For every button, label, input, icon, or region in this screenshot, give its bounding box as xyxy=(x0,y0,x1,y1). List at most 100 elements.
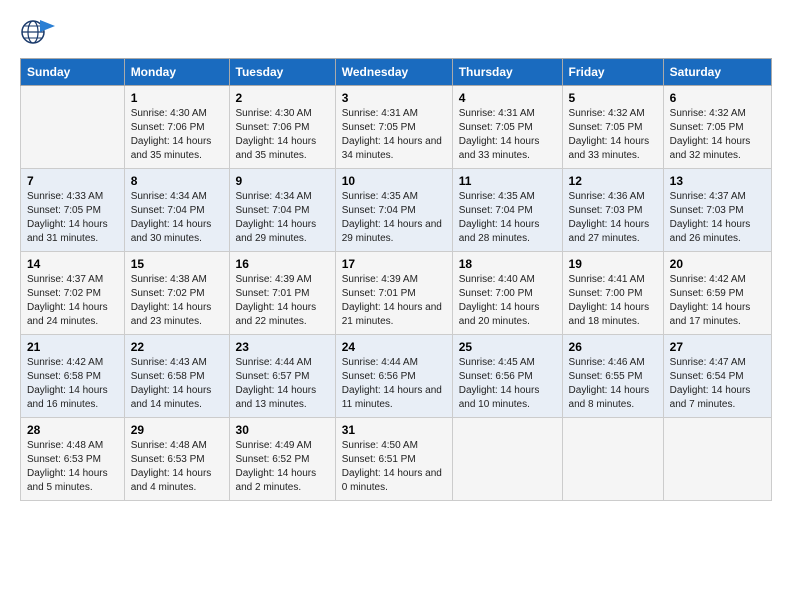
logo-icon xyxy=(20,16,56,48)
day-number: 28 xyxy=(27,423,118,437)
day-info: Sunrise: 4:30 AMSunset: 7:06 PMDaylight:… xyxy=(131,107,223,163)
weekday-header: Sunday xyxy=(21,59,125,86)
day-number: 3 xyxy=(342,91,446,105)
day-number: 4 xyxy=(459,91,556,105)
day-info: Sunrise: 4:41 AMSunset: 7:00 PMDaylight:… xyxy=(569,273,657,329)
calendar-day-cell: 16Sunrise: 4:39 AMSunset: 7:01 PMDayligh… xyxy=(229,252,335,335)
page-header xyxy=(20,16,772,48)
day-info: Sunrise: 4:35 AMSunset: 7:04 PMDaylight:… xyxy=(459,190,556,246)
calendar-day-cell: 2 Sunrise: 4:30 AMSunset: 7:06 PMDaylight… xyxy=(229,86,335,169)
calendar-day-cell xyxy=(562,418,663,501)
day-number: 17 xyxy=(342,257,446,271)
day-number: 25 xyxy=(459,340,556,354)
calendar-day-cell: 30 Sunrise: 4:49 AMSunset: 6:52 PMDayligh… xyxy=(229,418,335,501)
day-info: Sunrise: 4:38 AMSunset: 7:02 PMDaylight:… xyxy=(131,273,223,329)
calendar-day-cell: 24Sunrise: 4:44 AMSunset: 6:56 PMDayligh… xyxy=(335,335,452,418)
calendar-day-cell: 31Sunrise: 4:50 AMSunset: 6:51 PMDayligh… xyxy=(335,418,452,501)
day-info: Sunrise: 4:34 AMSunset: 7:04 PMDaylight:… xyxy=(236,190,329,246)
calendar-week-row: 28 Sunrise: 4:48 AMSunset: 6:53 PMDayligh… xyxy=(21,418,772,501)
calendar-day-cell: 17 Sunrise: 4:39 AMSunset: 7:01 PMDayligh… xyxy=(335,252,452,335)
day-number: 6 xyxy=(670,91,765,105)
day-info: Sunrise: 4:48 AMSunset: 6:53 PMDaylight:… xyxy=(131,439,223,495)
day-number: 12 xyxy=(569,174,657,188)
day-number: 23 xyxy=(236,340,329,354)
weekday-header: Tuesday xyxy=(229,59,335,86)
day-number: 29 xyxy=(131,423,223,437)
calendar-day-cell: 29 Sunrise: 4:48 AMSunset: 6:53 PMDayligh… xyxy=(124,418,229,501)
day-number: 31 xyxy=(342,423,446,437)
day-number: 16 xyxy=(236,257,329,271)
calendar-day-cell: 15 Sunrise: 4:38 AMSunset: 7:02 PMDayligh… xyxy=(124,252,229,335)
calendar-day-cell: 28 Sunrise: 4:48 AMSunset: 6:53 PMDayligh… xyxy=(21,418,125,501)
day-number: 5 xyxy=(569,91,657,105)
calendar-day-cell: 23 Sunrise: 4:44 AMSunset: 6:57 PMDayligh… xyxy=(229,335,335,418)
day-number: 2 xyxy=(236,91,329,105)
day-info: Sunrise: 4:43 AMSunset: 6:58 PMDaylight:… xyxy=(131,356,223,412)
calendar-day-cell: 4 Sunrise: 4:31 AMSunset: 7:05 PMDaylight… xyxy=(452,86,562,169)
day-number: 7 xyxy=(27,174,118,188)
day-info: Sunrise: 4:42 AMSunset: 6:58 PMDaylight:… xyxy=(27,356,118,412)
calendar-day-cell: 11 Sunrise: 4:35 AMSunset: 7:04 PMDayligh… xyxy=(452,169,562,252)
day-info: Sunrise: 4:32 AMSunset: 7:05 PMDaylight:… xyxy=(670,107,765,163)
calendar-day-cell: 14Sunrise: 4:37 AMSunset: 7:02 PMDayligh… xyxy=(21,252,125,335)
day-number: 22 xyxy=(131,340,223,354)
day-number: 26 xyxy=(569,340,657,354)
weekday-header: Monday xyxy=(124,59,229,86)
calendar-day-cell: 10 Sunrise: 4:35 AMSunset: 7:04 PMDayligh… xyxy=(335,169,452,252)
calendar-day-cell: 27Sunrise: 4:47 AMSunset: 6:54 PMDayligh… xyxy=(663,335,771,418)
calendar-header-row: SundayMondayTuesdayWednesdayThursdayFrid… xyxy=(21,59,772,86)
day-info: Sunrise: 4:32 AMSunset: 7:05 PMDaylight:… xyxy=(569,107,657,163)
calendar-day-cell: 18Sunrise: 4:40 AMSunset: 7:00 PMDayligh… xyxy=(452,252,562,335)
day-number: 30 xyxy=(236,423,329,437)
day-number: 21 xyxy=(27,340,118,354)
day-info: Sunrise: 4:37 AMSunset: 7:03 PMDaylight:… xyxy=(670,190,765,246)
calendar-day-cell: 7 Sunrise: 4:33 AMSunset: 7:05 PMDaylight… xyxy=(21,169,125,252)
day-number: 9 xyxy=(236,174,329,188)
day-number: 11 xyxy=(459,174,556,188)
day-info: Sunrise: 4:42 AMSunset: 6:59 PMDaylight:… xyxy=(670,273,765,329)
calendar-week-row: 21 Sunrise: 4:42 AMSunset: 6:58 PMDayligh… xyxy=(21,335,772,418)
day-info: Sunrise: 4:36 AMSunset: 7:03 PMDaylight:… xyxy=(569,190,657,246)
weekday-header: Saturday xyxy=(663,59,771,86)
day-info: Sunrise: 4:46 AMSunset: 6:55 PMDaylight:… xyxy=(569,356,657,412)
day-number: 1 xyxy=(131,91,223,105)
day-info: Sunrise: 4:44 AMSunset: 6:56 PMDaylight:… xyxy=(342,356,446,412)
calendar-day-cell: 12 Sunrise: 4:36 AMSunset: 7:03 PMDayligh… xyxy=(562,169,663,252)
calendar-day-cell: 6 Sunrise: 4:32 AMSunset: 7:05 PMDaylight… xyxy=(663,86,771,169)
day-number: 8 xyxy=(131,174,223,188)
day-info: Sunrise: 4:30 AMSunset: 7:06 PMDaylight:… xyxy=(236,107,329,163)
day-info: Sunrise: 4:49 AMSunset: 6:52 PMDaylight:… xyxy=(236,439,329,495)
calendar-day-cell: 9 Sunrise: 4:34 AMSunset: 7:04 PMDaylight… xyxy=(229,169,335,252)
calendar-week-row: 1 Sunrise: 4:30 AMSunset: 7:06 PMDaylight… xyxy=(21,86,772,169)
day-info: Sunrise: 4:44 AMSunset: 6:57 PMDaylight:… xyxy=(236,356,329,412)
day-number: 18 xyxy=(459,257,556,271)
day-info: Sunrise: 4:37 AMSunset: 7:02 PMDaylight:… xyxy=(27,273,118,329)
weekday-header: Wednesday xyxy=(335,59,452,86)
day-info: Sunrise: 4:45 AMSunset: 6:56 PMDaylight:… xyxy=(459,356,556,412)
day-info: Sunrise: 4:31 AMSunset: 7:05 PMDaylight:… xyxy=(459,107,556,163)
calendar-week-row: 14Sunrise: 4:37 AMSunset: 7:02 PMDayligh… xyxy=(21,252,772,335)
weekday-header: Friday xyxy=(562,59,663,86)
day-info: Sunrise: 4:39 AMSunset: 7:01 PMDaylight:… xyxy=(342,273,446,329)
calendar-day-cell: 1 Sunrise: 4:30 AMSunset: 7:06 PMDaylight… xyxy=(124,86,229,169)
day-info: Sunrise: 4:47 AMSunset: 6:54 PMDaylight:… xyxy=(670,356,765,412)
calendar-day-cell: 5 Sunrise: 4:32 AMSunset: 7:05 PMDaylight… xyxy=(562,86,663,169)
day-number: 10 xyxy=(342,174,446,188)
day-info: Sunrise: 4:48 AMSunset: 6:53 PMDaylight:… xyxy=(27,439,118,495)
day-info: Sunrise: 4:35 AMSunset: 7:04 PMDaylight:… xyxy=(342,190,446,246)
calendar-day-cell: 26 Sunrise: 4:46 AMSunset: 6:55 PMDayligh… xyxy=(562,335,663,418)
calendar-day-cell: 20 Sunrise: 4:42 AMSunset: 6:59 PMDayligh… xyxy=(663,252,771,335)
calendar-day-cell xyxy=(663,418,771,501)
calendar-day-cell: 8Sunrise: 4:34 AMSunset: 7:04 PMDaylight… xyxy=(124,169,229,252)
logo xyxy=(20,16,62,48)
calendar-table: SundayMondayTuesdayWednesdayThursdayFrid… xyxy=(20,58,772,501)
day-number: 15 xyxy=(131,257,223,271)
calendar-day-cell xyxy=(21,86,125,169)
weekday-header: Thursday xyxy=(452,59,562,86)
day-info: Sunrise: 4:33 AMSunset: 7:05 PMDaylight:… xyxy=(27,190,118,246)
day-number: 20 xyxy=(670,257,765,271)
day-info: Sunrise: 4:31 AMSunset: 7:05 PMDaylight:… xyxy=(342,107,446,163)
calendar-day-cell: 25 Sunrise: 4:45 AMSunset: 6:56 PMDayligh… xyxy=(452,335,562,418)
day-number: 19 xyxy=(569,257,657,271)
day-number: 13 xyxy=(670,174,765,188)
